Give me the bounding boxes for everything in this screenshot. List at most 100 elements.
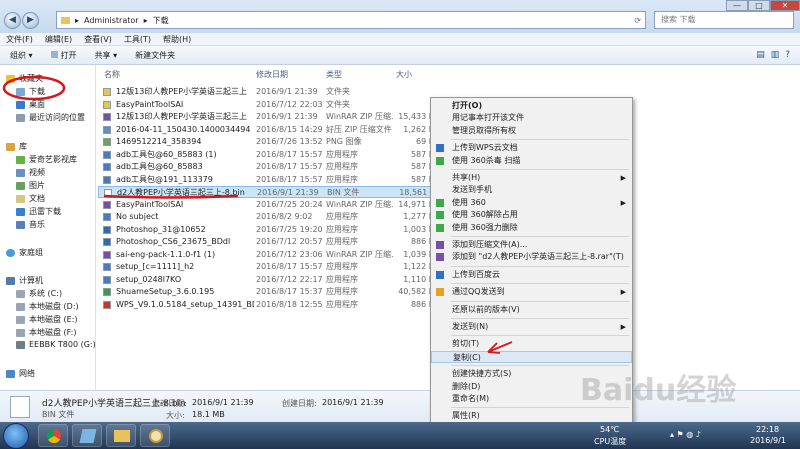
column-header-size[interactable]: 大小 (396, 69, 412, 80)
menu-item-label: 发送到(N) (452, 322, 489, 331)
preview-pane-icon[interactable]: ▥ (771, 50, 780, 60)
close-button[interactable]: ✕ (770, 0, 800, 11)
context-menu-item[interactable]: 打开(O) (431, 100, 632, 112)
context-menu-item[interactable]: 通过QQ发送到 ▶ (431, 286, 632, 298)
breadcrumb-downloads[interactable]: 下载 (153, 15, 169, 26)
nav-library[interactable]: 库 (6, 141, 27, 152)
nav-network[interactable]: 网络 (6, 368, 35, 379)
file-row[interactable]: setup_0248l7KO 2016/7/12 22:17 应用程序 1,110 K (98, 274, 438, 286)
file-row[interactable]: WPS_V9.1.0.5184_setup_14391_BDdl 2016/8/1… (98, 299, 438, 311)
context-menu-item[interactable]: 用记事本打开该文件 (431, 112, 632, 124)
breadcrumb-separator: ▸ (75, 15, 80, 25)
address-bar[interactable]: ▸ Administrator ▸ 下载 ⟳ (56, 11, 646, 29)
file-row[interactable]: EasyPaintToolSAI 2016/7/12 22:03 文件夹 (98, 99, 438, 111)
column-header-date[interactable]: 修改日期 (256, 69, 288, 80)
view-mode-icon[interactable]: ▤ (756, 50, 765, 60)
open-button[interactable]: 打开 (50, 50, 77, 61)
minimize-button[interactable]: — (726, 0, 748, 11)
nav-homegroup[interactable]: 家庭组 (6, 247, 43, 258)
forward-button[interactable]: ▶ (22, 12, 39, 29)
file-row[interactable]: 12版13印人教PEP小学英语三起三上 2016/9/1 21:39 文件夹 (98, 86, 438, 98)
taskbar-paint-icon[interactable] (140, 424, 170, 447)
file-row[interactable]: Photoshop_31@10652 2016/7/25 19:20 应用程序 1,0… (98, 224, 438, 236)
nav-lib-video[interactable]: 视频 (16, 167, 45, 178)
file-row[interactable]: sai-eng-pack-1.1.0-f1 (1) 2016/7/12 23:06… (98, 249, 438, 261)
organize-button[interactable]: 组织 ▾ (10, 50, 33, 61)
nav-drive-d[interactable]: 本地磁盘 (D:) (16, 301, 79, 312)
context-menu-item[interactable]: 发送到(N) ▶ (431, 321, 632, 333)
context-menu-item[interactable]: 添加到 "d2人教PEP小学英语三起三上-8.rar"(T) (431, 251, 632, 263)
nav-drive-f[interactable]: 本地磁盘 (F:) (16, 327, 76, 338)
context-menu-item[interactable]: 上传到WPS云文档 (431, 142, 632, 154)
menu-view[interactable]: 查看(V) (84, 34, 112, 45)
file-row[interactable]: setup_[c=1111]_h2 2016/8/17 15:57 应用程序 1,12… (98, 261, 438, 273)
nav-favorites-label: 收藏夹 (19, 74, 43, 83)
file-row[interactable]: 2016-04-11_150430.1400034494 2016/8/15 14… (98, 124, 438, 136)
file-row[interactable]: Photoshop_CS6_23675_BDdl 2016/7/12 20:57 应… (98, 236, 438, 248)
context-menu-item[interactable]: 使用 360杀毒 扫描 (431, 155, 632, 167)
file-row[interactable]: 1469512214_358394 2016/7/26 13:52 PNG 图像 69… (98, 136, 438, 148)
context-menu-item[interactable]: 管理员取得所有权 (431, 125, 632, 137)
menu-help[interactable]: 帮助(H) (163, 34, 191, 45)
context-menu-item[interactable]: 属性(R) (431, 410, 632, 422)
menu-edit[interactable]: 编辑(E) (45, 34, 72, 45)
context-menu-item[interactable]: 使用 360强力删除 (431, 222, 632, 234)
column-header-name[interactable]: 名称 (104, 69, 120, 80)
file-size: 1,122 K (403, 262, 434, 271)
breadcrumb-administrator[interactable]: Administrator (84, 16, 139, 25)
file-row[interactable]: No subject 2016/8/2 9:02 应用程序 1,277 K (98, 211, 438, 223)
nav-lib-documents[interactable]: 文档 (16, 193, 45, 204)
file-row[interactable]: adb工具包@60_85883 2016/8/17 15:57 应用程序 587 K (98, 161, 438, 173)
context-menu-item[interactable]: 还原以前的版本(V) (431, 304, 632, 316)
file-row[interactable]: 12版13印人教PEP小学英语三起三上 2016/9/1 21:39 WinRAR … (98, 111, 438, 123)
column-header-type[interactable]: 类型 (326, 69, 342, 80)
nav-desktop[interactable]: 桌面 (16, 99, 45, 110)
context-menu-item[interactable]: 复制(C) (431, 350, 632, 363)
nav-drive-g[interactable]: EEBBK T800 (G:) (16, 340, 96, 349)
nav-lib-music[interactable]: 音乐 (16, 219, 45, 230)
context-menu-item[interactable]: 发送到手机 (431, 184, 632, 196)
context-menu-item[interactable]: 剪切(T) (431, 338, 632, 350)
refresh-icon[interactable]: ⟳ (634, 16, 641, 25)
tray-icons[interactable]: ▴ ⚑ ◍ ♪ (670, 430, 701, 439)
nav-recent-label: 最近访问的位置 (29, 113, 85, 122)
search-input[interactable]: 搜索 下载 (654, 11, 794, 29)
nav-favorites[interactable]: 收藏夹 (6, 73, 43, 84)
nav-lib-iqiyi[interactable]: 爱奇艺影视库 (16, 154, 77, 165)
file-row[interactable]: ShuameSetup_3.6.0.195 2016/8/17 15:37 应用程序… (98, 286, 438, 298)
maximize-button[interactable]: □ (748, 0, 770, 11)
context-menu-item[interactable]: 使用 360解除占用 (431, 209, 632, 221)
file-row[interactable]: d2人教PEP小学英语三起三上-8.bin 2016/9/1 21:39 BIN 文… (98, 186, 438, 198)
nav-recent[interactable]: 最近访问的位置 (16, 112, 85, 123)
share-button[interactable]: 共享 ▾ (95, 50, 118, 61)
context-menu-item[interactable]: 共享(H) ▶ (431, 172, 632, 184)
context-menu-item[interactable]: 使用 360 ▶ (431, 197, 632, 209)
taskbar-app-icon[interactable] (72, 424, 102, 447)
nav-lib-xunlei[interactable]: 迅雷下载 (16, 206, 61, 217)
new-folder-button[interactable]: 新建文件夹 (135, 50, 175, 61)
menu-tools[interactable]: 工具(T) (124, 34, 151, 45)
taskbar-chrome-icon[interactable] (38, 424, 68, 447)
file-type: 文件夹 (326, 87, 350, 96)
taskbar-explorer-icon[interactable] (106, 424, 136, 447)
nav-downloads[interactable]: 下载 (16, 86, 45, 97)
context-menu-item[interactable]: 添加到压缩文件(A)... (431, 239, 632, 251)
file-row[interactable]: EasyPaintToolSAI 2016/7/25 20:24 WinRAR ZI… (98, 199, 438, 211)
nav-computer[interactable]: 计算机 (6, 275, 43, 286)
nav-lib-pictures[interactable]: 图片 (16, 180, 45, 191)
back-button[interactable]: ◀ (4, 12, 21, 29)
file-row[interactable]: adb工具包@60_85883 (1) 2016/8/17 15:57 应用程序 58… (98, 149, 438, 161)
nav-drive-c[interactable]: 系统 (C:) (16, 288, 62, 299)
file-row[interactable]: adb工具包@191_113379 2016/8/17 15:57 应用程序 587 … (98, 174, 438, 186)
nav-lib-pictures-label: 图片 (29, 181, 45, 190)
nav-drive-e[interactable]: 本地磁盘 (E:) (16, 314, 78, 325)
clock-date[interactable]: 2016/9/1 (750, 436, 786, 445)
clock-time[interactable]: 22:18 (756, 425, 779, 434)
menu-item-icon (436, 198, 444, 207)
file-type-icon (104, 189, 112, 197)
start-button[interactable] (3, 423, 29, 449)
menu-file[interactable]: 文件(F) (6, 34, 33, 45)
homegroup-icon (6, 248, 15, 257)
context-menu-item[interactable]: 上传到百度云 (431, 269, 632, 281)
help-icon[interactable]: ? (785, 50, 790, 60)
